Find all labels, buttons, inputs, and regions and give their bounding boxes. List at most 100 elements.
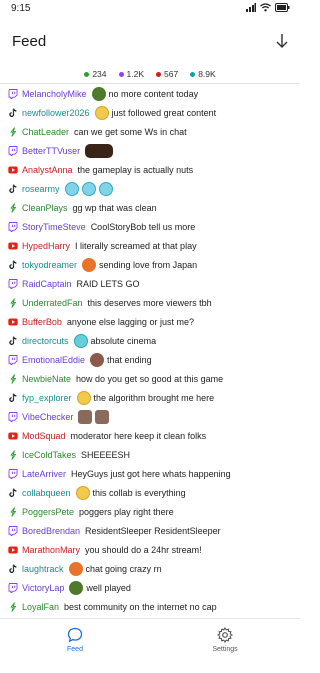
teal-emote-icon — [73, 333, 88, 348]
chat-username[interactable]: directorcuts — [22, 336, 69, 346]
count-youtube-value: 567 — [164, 69, 179, 79]
sad-emote-icon — [90, 352, 105, 367]
chat-message-text: chat going crazy rn — [85, 563, 162, 574]
chat-username[interactable]: fyp_explorer — [22, 393, 72, 403]
signal-icon — [246, 3, 256, 12]
chat-message-row: newfollower2026 just followed great conte… — [0, 103, 300, 122]
chat-username[interactable]: CleanPlays — [22, 203, 68, 213]
nav-feed-label: Feed — [67, 646, 83, 653]
tiktok-icon — [8, 488, 18, 498]
chat-message-text: HeyGuys just got here whats happening — [71, 468, 231, 479]
fox-emote-icon — [68, 561, 83, 576]
chat-username[interactable]: NewbieNate — [22, 374, 71, 384]
cat-emote-icon — [78, 409, 93, 424]
chat-username[interactable]: ChatLeader — [22, 127, 69, 137]
youtube-icon — [8, 431, 18, 441]
chat-message-text: RAID LETS GO — [76, 278, 140, 289]
chat-message-row: directorcuts absolute cinema — [0, 331, 300, 350]
chat-username[interactable]: tokyodreamer — [22, 260, 77, 270]
chat-message-text: the gameplay is actually nuts — [77, 164, 194, 175]
youtube-icon — [8, 165, 18, 175]
chat-message-text: moderator here keep it clean folks — [70, 430, 207, 441]
count-youtube: 567 — [156, 69, 178, 79]
chat-feed[interactable]: MelancholyMike no more content today newfo… — [0, 84, 300, 618]
chat-username[interactable]: BoredBrendan — [22, 526, 80, 536]
chat-username[interactable]: MelancholyMike — [22, 89, 87, 99]
chat-username[interactable]: IceColdTakes — [22, 450, 76, 460]
youtube-dot-icon — [156, 71, 161, 77]
chat-message-text: gg wp that was clean — [72, 202, 157, 213]
chat-message-text: CoolStoryBob tell us more — [90, 221, 196, 232]
page-title: Feed — [12, 33, 47, 50]
chat-message-row: IceColdTakes SHEEEESH — [0, 445, 300, 464]
chat-username[interactable]: AnalystAnna — [22, 165, 73, 175]
chat-username[interactable]: collabqueen — [22, 488, 71, 498]
nav-settings[interactable]: Settings — [195, 627, 255, 653]
tiktok-dot-icon — [190, 71, 196, 77]
chat-username[interactable]: LateArriver — [22, 469, 66, 479]
chat-username[interactable]: BetterTTVuser — [22, 146, 80, 156]
kick-icon — [8, 506, 18, 517]
chat-message-row: ModSquad moderator here keep it clean fol… — [0, 426, 300, 445]
face-emote-icon — [64, 181, 79, 196]
chat-username[interactable]: StoryTimeSteve — [22, 222, 86, 232]
chat-message-text: absolute cinema — [90, 335, 157, 346]
chat-message-row: collabqueen this collab is everything — [0, 483, 300, 502]
chat-username[interactable]: newfollower2026 — [22, 108, 90, 118]
chat-username[interactable]: PoggersPete — [22, 507, 74, 517]
count-twitch: 1.2K — [118, 69, 144, 79]
chat-message-row: NewbieNate how do you get so good at this… — [0, 369, 300, 388]
twitch-icon — [8, 278, 18, 289]
chat-message-row: MarathonMary you should do a 24hr stream! — [0, 540, 300, 559]
chat-username[interactable]: EmotionalEddie — [22, 355, 85, 365]
chat-message-text: can we get some Ws in chat — [74, 126, 187, 137]
chat-message-text: you should do a 24hr stream! — [85, 544, 202, 555]
nav-feed[interactable]: Feed — [45, 627, 105, 653]
chat-message-text: ResidentSleeper ResidentSleeper — [85, 525, 221, 536]
twitch-icon — [8, 582, 18, 593]
chat-message-text: no more content today — [108, 88, 199, 99]
chat-message-text: well played — [86, 582, 131, 593]
chat-message-row: fyp_explorer the algorithm brought me her… — [0, 388, 300, 407]
chat-username[interactable]: BufferBob — [22, 317, 62, 327]
chat-message-text: how do you get so good at this game — [76, 373, 224, 384]
kick-dot-icon — [84, 71, 90, 77]
chat-username[interactable]: HypedHarry — [22, 241, 70, 251]
tiktok-icon — [8, 393, 18, 403]
twitch-icon — [8, 468, 18, 479]
chat-username[interactable]: laughtrack — [22, 564, 64, 574]
chat-message-row: BetterTTVuser — [0, 141, 300, 160]
nav-settings-label: Settings — [212, 646, 238, 653]
chat-username[interactable]: RaidCaptain — [22, 279, 72, 289]
chat-username[interactable]: ModSquad — [22, 431, 66, 441]
fox-emote-icon — [82, 257, 97, 272]
chat-message-row: AnalystAnna the gameplay is actually nuts — [0, 160, 300, 179]
chat-username[interactable]: UnderratedFan — [22, 298, 83, 308]
kick-icon — [8, 373, 18, 384]
chat-message-text: sending love from Japan — [99, 259, 198, 270]
chat-message-row: HypedHarry I literally screamed at that p… — [0, 236, 300, 255]
tiktok-icon — [8, 108, 18, 118]
chat-message-text: anyone else lagging or just me? — [66, 316, 194, 327]
status-icons — [246, 3, 290, 12]
chat-message-row: tokyodreamer sending love from Japan — [0, 255, 300, 274]
pepe-emote-icon — [69, 580, 84, 595]
viewer-counts: 234 1.2K 567 8.9K — [0, 65, 300, 83]
youtube-icon — [8, 317, 18, 327]
chat-message-row: MelancholyMike no more content today — [0, 84, 300, 103]
chat-username[interactable]: VibeChecker — [22, 412, 73, 422]
chat-username[interactable]: VictoryLap — [22, 583, 64, 593]
chat-message-row: VictoryLap well played — [0, 578, 300, 597]
chat-username[interactable]: LoyalFan — [22, 602, 59, 612]
chat-username[interactable]: MarathonMary — [22, 545, 80, 555]
kick-icon — [8, 126, 18, 137]
twitch-dot-icon — [118, 71, 124, 77]
chat-message-row: CleanPlays gg wp that was clean — [0, 198, 300, 217]
chat-username[interactable]: rosearmy — [22, 184, 60, 194]
chat-message-row: EmotionalEddie that ending — [0, 350, 300, 369]
chat-message-row: VibeChecker — [0, 407, 300, 426]
scroll-down-arrow-icon[interactable] — [274, 32, 290, 50]
chat-message-text: poggers play right there — [79, 506, 174, 517]
chat-message-text: this collab is everything — [92, 487, 186, 498]
header: Feed — [0, 18, 300, 65]
